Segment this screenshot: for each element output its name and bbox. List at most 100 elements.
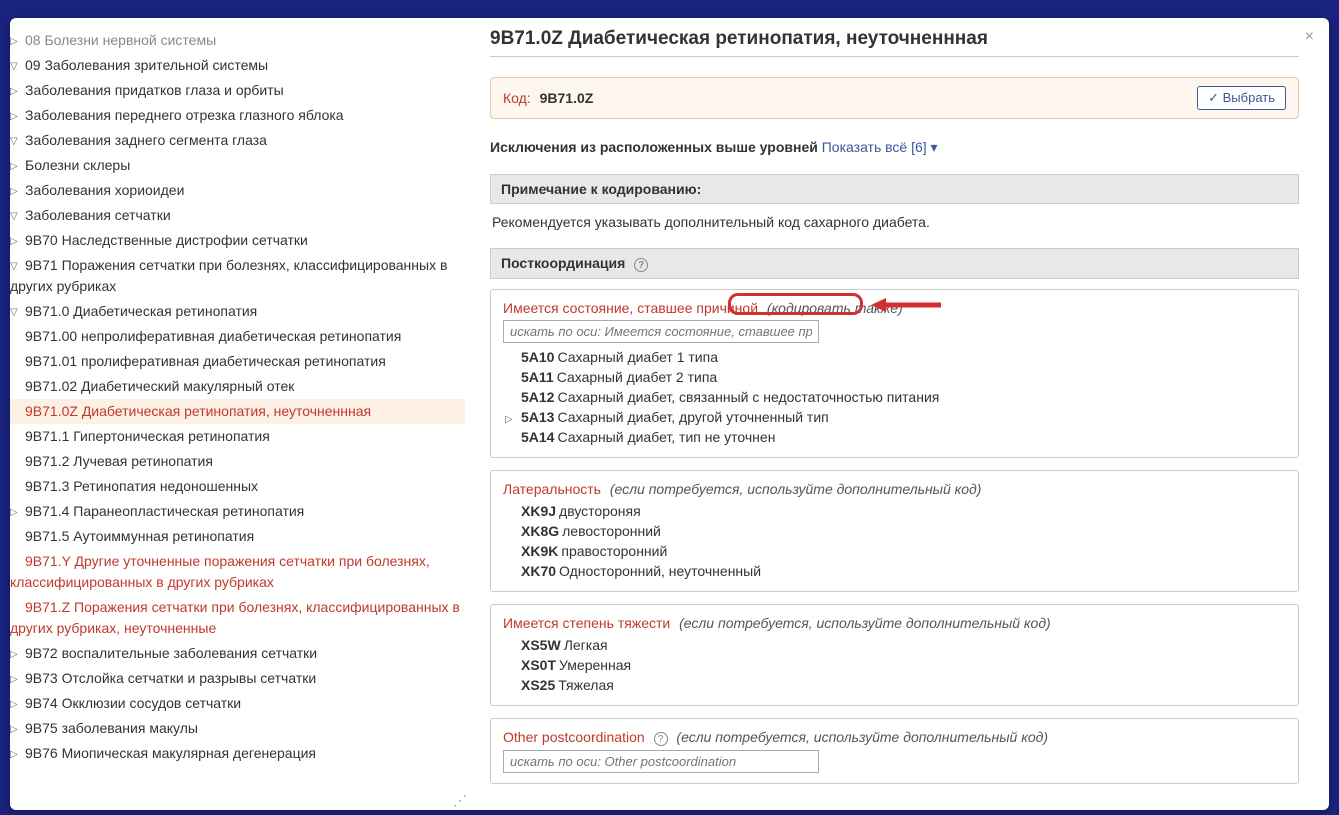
postcoord-header: Посткоординация ? [490,248,1299,279]
chevron-right-icon[interactable]: ▷ [10,747,22,762]
tree-item-label[interactable]: 9B71.1 Гипертоническая ретинопатия [25,428,270,444]
tree-item-label[interactable]: 9B71.4 Паранеопластическая ретинопатия [25,503,304,519]
pc-item-code: 5A12 [521,389,554,405]
tree-item-label[interactable]: Заболевания хориоидеи [25,182,184,198]
pc-item[interactable]: 5A14Сахарный диабет, тип не уточнен [503,427,1286,447]
tree-item[interactable]: ▷9B76 Миопическая макулярная дегенерация [10,741,465,766]
tree-item-label[interactable]: Заболевания сетчатки [25,207,171,223]
pc-item[interactable]: XS5WЛегкая [503,635,1286,655]
tree-item-label[interactable]: 9B71.Z Поражения сетчатки при болезнях, … [10,599,460,636]
chevron-right-icon[interactable]: ▷ [10,672,22,687]
tree-item-label[interactable]: 9B71.2 Лучевая ретинопатия [25,453,213,469]
select-button[interactable]: ✓ Выбрать [1197,86,1286,110]
tree-item-label[interactable]: 9B71.3 Ретинопатия недоношенных [25,478,258,494]
pc-item[interactable]: XK8Gлевосторонний [503,521,1286,541]
pc-item[interactable]: XK9Kправосторонний [503,541,1286,561]
pc-item[interactable]: XK9Jдвустороняя [503,501,1286,521]
pc-axis-search-input[interactable] [503,750,819,773]
tree-item-label[interactable]: 9B73 Отслойка сетчатки и разрывы сетчатк… [25,670,316,686]
help-icon[interactable]: ? [654,732,668,746]
tree-item[interactable]: ▷Заболевания придатков глаза и орбиты [10,78,465,103]
tree-item[interactable]: 9B71.5 Аутоиммунная ретинопатия [10,524,465,549]
tree-item[interactable]: 9B71.02 Диабетический макулярный отек [10,374,465,399]
close-icon[interactable]: × [1305,28,1314,46]
tree-item-label[interactable]: 9B71 Поражения сетчатки при болезнях, кл… [10,257,447,294]
chevron-right-icon[interactable]: ▷ [10,505,22,520]
tree-item[interactable]: ▽9B71.0 Диабетическая ретинопатия [10,299,465,324]
tree-item-label[interactable]: 08 Болезни нервной системы [25,32,216,48]
tree-item[interactable]: ▷08 Болезни нервной системы [10,28,465,53]
chevron-right-icon[interactable]: ▷ [10,722,22,737]
tree-item-label[interactable]: 9B71.0 Диабетическая ретинопатия [25,303,257,319]
tree-item[interactable]: ▷Болезни склеры [10,153,465,178]
tree-item[interactable]: ▷9B73 Отслойка сетчатки и разрывы сетчат… [10,666,465,691]
pc-item[interactable]: XS25Тяжелая [503,675,1286,695]
tree-item-label[interactable]: 9B75 заболевания макулы [25,720,198,736]
tree-item[interactable]: ▷9B72 воспалительные заболевания сетчатк… [10,641,465,666]
chevron-right-icon[interactable]: ▷ [10,84,22,99]
tree-item-label[interactable]: Заболевания придатков глаза и орбиты [25,82,284,98]
tree-item[interactable]: 9B71.00 непролиферативная диабетическая … [10,324,465,349]
tree-item-label[interactable]: 9B74 Окклюзии сосудов сетчатки [25,695,241,711]
chevron-right-icon[interactable]: ▷ [10,184,22,199]
tree-item-label[interactable]: Заболевания переднего отрезка глазного я… [25,107,344,123]
tree-item-label[interactable]: 9B76 Миопическая макулярная дегенерация [25,745,316,761]
tree-item[interactable]: 9B71.01 пролиферативная диабетическая ре… [10,349,465,374]
exclusions-label: Исключения из расположенных выше уровней [490,139,818,155]
code-value: 9B71.0Z [540,90,594,106]
tree-item[interactable]: ▷9B74 Окклюзии сосудов сетчатки [10,691,465,716]
tree-item[interactable]: 9B71.0Z Диабетическая ретинопатия, неуто… [10,399,465,424]
pc-axis-note: (если потребуется, используйте дополните… [610,481,982,497]
tree-item[interactable]: ▽Заболевания сетчатки [10,203,465,228]
tree-item[interactable]: ▷Заболевания хориоидеи [10,178,465,203]
tree-item-label[interactable]: Заболевания заднего сегмента глаза [25,132,267,148]
help-icon[interactable]: ? [634,258,648,272]
pc-item[interactable]: 5A12Сахарный диабет, связанный с недоста… [503,387,1286,407]
tree-item-label[interactable]: Болезни склеры [25,157,130,173]
chevron-down-icon[interactable]: ▽ [10,305,22,320]
tree-item-label[interactable]: 9B71.Y Другие уточненные поражения сетча… [10,553,430,590]
tree-item-label[interactable]: 9B70 Наследственные дистрофии сетчатки [25,232,308,248]
chevron-right-icon[interactable]: ▷ [10,647,22,662]
tree-item[interactable]: 9B71.Z Поражения сетчатки при болезнях, … [10,595,465,641]
tree-item[interactable]: ▽Заболевания заднего сегмента глаза [10,128,465,153]
chevron-right-icon[interactable]: ▷ [10,109,22,124]
resize-handle-icon[interactable]: ⋰ [453,793,465,805]
tree-item[interactable]: 9B71.2 Лучевая ретинопатия [10,449,465,474]
tree-item[interactable]: ▷9B71.4 Паранеопластическая ретинопатия [10,499,465,524]
tree-item[interactable]: ▷9B75 заболевания макулы [10,716,465,741]
tree-item-label[interactable]: 9B71.5 Аутоиммунная ретинопатия [25,528,254,544]
pc-item[interactable]: 5A11Сахарный диабет 2 типа [503,367,1286,387]
tree-item-label[interactable]: 9B71.00 непролиферативная диабетическая … [25,328,401,344]
chevron-right-icon[interactable]: ▷ [505,414,517,425]
tree-item-label[interactable]: 9B71.01 пролиферативная диабетическая ре… [25,353,386,369]
tree-item[interactable]: ▽09 Заболевания зрительной системы [10,53,465,78]
chevron-right-icon[interactable]: ▷ [10,159,22,174]
chevron-right-icon[interactable]: ▷ [10,234,22,249]
tree-item[interactable]: ▷Заболевания переднего отрезка глазного … [10,103,465,128]
pc-item-label: Тяжелая [558,677,614,693]
tree-item[interactable]: 9B71.3 Ретинопатия недоношенных [10,474,465,499]
pc-item[interactable]: XS0TУмеренная [503,655,1286,675]
pc-item[interactable]: XK70Односторонний, неуточненный [503,561,1286,581]
pc-item[interactable]: ▷5A13Сахарный диабет, другой уточненный … [503,407,1286,427]
tree-item-label[interactable]: 09 Заболевания зрительной системы [25,57,268,73]
pc-item-code: 5A13 [521,409,554,425]
tree-item[interactable]: ▽9B71 Поражения сетчатки при болезнях, к… [10,253,465,299]
chevron-right-icon[interactable]: ▷ [10,34,22,49]
pc-axis-search-input[interactable] [503,320,819,343]
pc-item-code: XS0T [521,657,556,673]
chevron-down-icon[interactable]: ▽ [10,259,22,274]
tree-item-label[interactable]: 9B71.0Z Диабетическая ретинопатия, неуто… [25,403,371,419]
chevron-right-icon[interactable]: ▷ [10,697,22,712]
chevron-down-icon[interactable]: ▽ [10,209,22,224]
exclusions-toggle[interactable]: Показать всё [6] ▾ [822,139,938,155]
pc-item[interactable]: 5A10Сахарный диабет 1 типа [503,347,1286,367]
chevron-down-icon[interactable]: ▽ [10,134,22,149]
chevron-down-icon[interactable]: ▽ [10,59,22,74]
tree-item-label[interactable]: 9B72 воспалительные заболевания сетчатки [25,645,317,661]
tree-item[interactable]: 9B71.1 Гипертоническая ретинопатия [10,424,465,449]
tree-item[interactable]: ▷9B70 Наследственные дистрофии сетчатки [10,228,465,253]
tree-item[interactable]: 9B71.Y Другие уточненные поражения сетча… [10,549,465,595]
tree-item-label[interactable]: 9B71.02 Диабетический макулярный отек [25,378,294,394]
